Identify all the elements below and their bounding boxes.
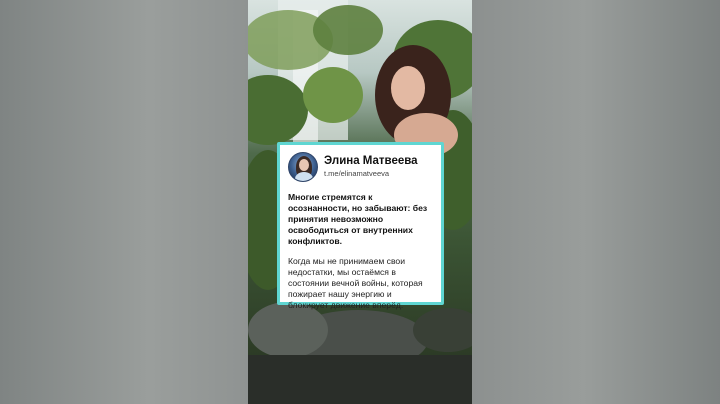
quote-card: Элина Матвеева t.me/elinamatveeva Многие…	[277, 142, 444, 310]
avatar-face-shape	[299, 159, 309, 171]
right-blurred-background	[472, 0, 720, 404]
left-blurred-background	[0, 0, 248, 404]
author-info: Элина Матвеева t.me/elinamatveeva	[324, 155, 418, 179]
post-lead-text: Многие стремятся к осознанности, но забы…	[288, 192, 428, 246]
card-header: Элина Матвеева t.me/elinamatveeva	[288, 150, 434, 184]
author-handle[interactable]: t.me/elinamatveeva	[324, 169, 418, 179]
author-avatar[interactable]	[288, 152, 318, 182]
post-body-text: Когда мы не принимаем свои недостатки, м…	[288, 256, 423, 310]
avatar-torso-shape	[295, 172, 313, 181]
author-name[interactable]: Элина Матвеева	[324, 155, 418, 168]
